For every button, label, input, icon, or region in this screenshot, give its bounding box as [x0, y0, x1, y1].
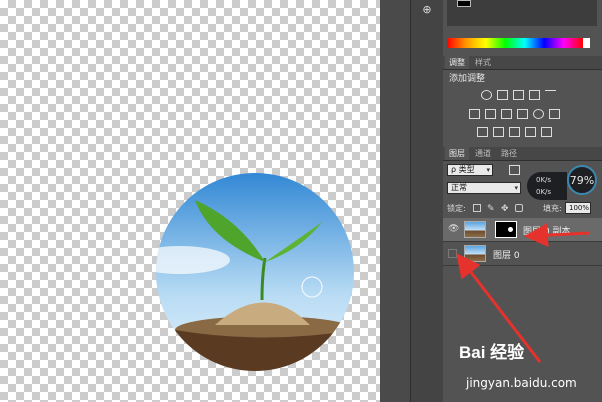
- watermark-url: jingyan.baidu.com: [466, 376, 577, 390]
- baidu-jingyan-logo: Bai 经验: [459, 343, 525, 362]
- arrow-to-mask: [524, 223, 591, 248]
